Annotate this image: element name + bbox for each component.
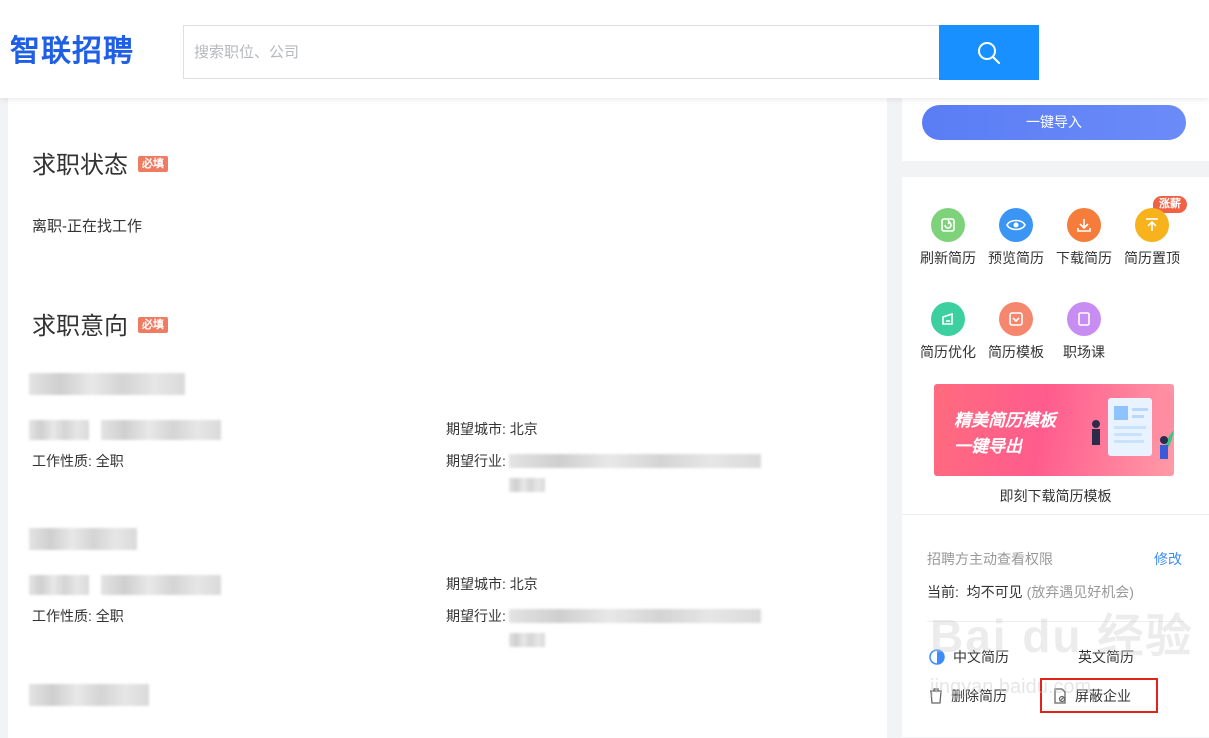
search-box [183,25,939,79]
blurred-position-title [29,373,185,395]
tool-label: 简历优化 [920,344,976,360]
tool-preview-resume[interactable]: 预览简历 [984,208,1048,268]
top-header: 智联招聘 [0,0,1209,98]
resume-main-card: 求职状态 必填 离职-正在找工作 求职意向 必填 工作性质: 全职 期望城市: 北京… [8,98,887,738]
blurred-field [101,420,221,440]
blurred-industry [509,609,761,623]
delete-resume-button[interactable]: 删除简历 [929,686,1007,706]
status-section-title: 求职状态 必填 [32,150,168,182]
expected-city-value: 北京 [509,576,538,592]
tool-label: 刷新简历 [920,250,976,266]
chinese-resume-option[interactable]: 中文简历 [929,647,1009,667]
download-icon [1067,208,1101,242]
trash-icon [929,688,943,704]
sidebar-tools-panel: 涨薪 刷新简历 预览简历 下载简历 简历置顶 简历优化 简历模板 职场课 精美简… [902,177,1209,737]
tool-label: 简历模板 [988,344,1044,360]
delete-resume-label: 删除简历 [951,688,1007,704]
expected-city: 期望城市: 北京 [446,574,538,594]
job-status-value[interactable]: 离职-正在找工作 [32,215,142,236]
tool-download-resume[interactable]: 下载简历 [1052,208,1116,268]
required-badge: 必填 [138,316,168,333]
work-nature-label: 工作性质: [32,608,92,624]
course-icon [1067,302,1101,336]
expected-industry-label: 期望行业: [446,608,506,624]
pin-top-icon [1135,208,1169,242]
permission-edit-link[interactable]: 修改 [1154,549,1182,569]
blurred-industry [509,478,545,492]
intent-section-title: 求职意向 必填 [32,311,168,343]
tool-optimize-resume[interactable]: 简历优化 [916,302,980,362]
expected-industry: 期望行业: [446,606,506,626]
permission-label: 招聘方主动查看权限 [927,551,1053,567]
blurred-field [29,420,89,440]
divider [902,514,1209,515]
blurred-field [101,575,221,595]
blurred-position-title [29,528,137,550]
english-resume-option[interactable]: 英文简历 [1078,647,1134,667]
radio-selected-icon [929,649,945,665]
permission-current-hint: (放弃遇见好机会) [1026,584,1134,600]
banner-line2: 一键导出 [954,437,1022,456]
work-nature: 工作性质: 全职 [32,451,124,471]
zhaopin-logo[interactable]: 智联招聘 [10,32,134,72]
permission-current: 当前: 均不可见 (放弃遇见好机会) [927,582,1134,602]
tool-label: 下载简历 [1056,250,1112,266]
permission-current-value: 均不可见 [966,584,1023,600]
blurred-position-title [29,684,149,706]
resume-template-banner[interactable]: 精美简历模板 一键导出 [934,384,1174,476]
work-nature: 工作性质: 全职 [32,606,124,626]
tool-refresh-resume[interactable]: 刷新简历 [916,208,980,268]
status-title-text: 求职状态 [32,152,128,179]
work-nature-value: 全职 [95,453,124,469]
tool-label: 预览简历 [988,250,1044,266]
optimize-icon [931,302,965,336]
search-button[interactable] [939,25,1039,80]
search-input[interactable] [184,26,939,78]
one-click-import-button[interactable]: 一键导入 [922,105,1186,140]
tool-label: 简历置顶 [1124,250,1180,266]
blurred-industry [509,454,761,468]
highlight-annotation [1040,678,1158,713]
blurred-field [29,575,89,595]
expected-industry: 期望行业: [446,451,506,471]
banner-line1: 精美简历模板 [954,411,1056,430]
refresh-icon [931,208,965,242]
eye-icon [999,208,1033,242]
template-icon [999,302,1033,336]
work-nature-label: 工作性质: [32,453,92,469]
banner-illustration [1092,388,1174,459]
blurred-industry [509,633,545,647]
required-badge: 必填 [138,155,168,172]
banner-caption[interactable]: 即刻下载简历模板 [902,486,1209,506]
expected-city-label: 期望城市: [446,576,506,592]
search-icon [978,41,1000,64]
english-resume-label: 英文简历 [1078,649,1134,665]
expected-industry-label: 期望行业: [446,453,506,469]
chinese-resume-label: 中文简历 [953,649,1009,665]
divider [927,621,1184,622]
tool-label: 职场课 [1063,344,1105,360]
intent-title-text: 求职意向 [32,313,128,340]
tool-career-course[interactable]: 职场课 [1052,302,1116,362]
permission-current-prefix: 当前: [927,584,959,600]
expected-city: 期望城市: 北京 [446,419,538,439]
work-nature-value: 全职 [95,608,124,624]
expected-city-label: 期望城市: [446,421,506,437]
expected-city-value: 北京 [509,421,538,437]
tool-resume-template[interactable]: 简历模板 [984,302,1048,362]
tool-pin-resume[interactable]: 简历置顶 [1120,208,1184,268]
sidebar-import-card: 一键导入 [902,98,1209,161]
